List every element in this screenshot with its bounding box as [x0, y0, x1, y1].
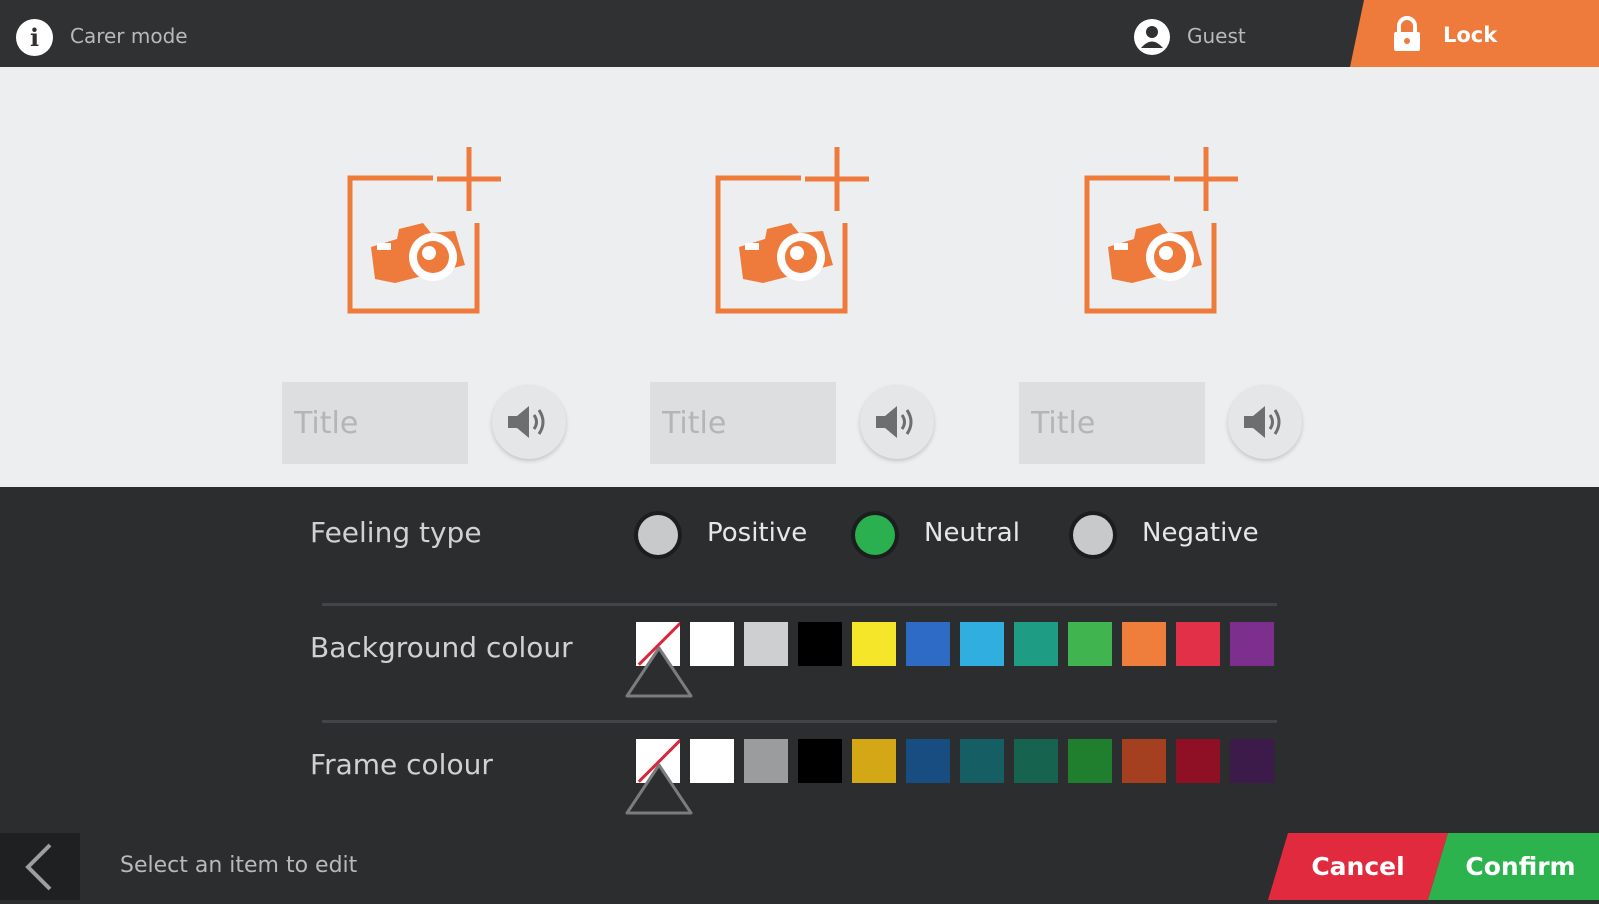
frame-swatch-grey[interactable] — [744, 739, 788, 783]
bg-swatch-orange[interactable] — [1122, 622, 1166, 666]
selected-indicator-icon — [625, 763, 693, 815]
divider — [322, 720, 1277, 723]
frame-swatch-dark-green[interactable] — [1068, 739, 1112, 783]
status-text: Select an item to edit — [120, 853, 358, 878]
frame-swatch-black[interactable] — [798, 739, 842, 783]
radio-neutral[interactable] — [855, 515, 895, 555]
bg-swatch-green[interactable] — [1068, 622, 1112, 666]
frame-swatch-dark-green-teal[interactable] — [1014, 739, 1058, 783]
sound-button[interactable] — [1228, 385, 1302, 459]
bg-swatch-black[interactable] — [798, 622, 842, 666]
background-colour-label: Background colour — [310, 631, 573, 664]
radio-negative[interactable] — [1073, 515, 1113, 555]
back-button[interactable] — [0, 833, 80, 900]
add-photo-icon — [347, 147, 501, 314]
feeling-type-label: Feeling type — [310, 516, 482, 549]
sound-button[interactable] — [860, 385, 934, 459]
speaker-icon — [1244, 406, 1281, 438]
title-input[interactable] — [650, 382, 836, 464]
lock-icon — [1394, 16, 1420, 51]
radio-neutral-label: Neutral — [924, 518, 1020, 548]
user-icon — [1134, 19, 1170, 55]
frame-swatch-navy[interactable] — [906, 739, 950, 783]
bg-swatch-blue[interactable] — [906, 622, 950, 666]
user-label: Guest — [1187, 24, 1246, 48]
mode-label: Carer mode — [70, 24, 188, 48]
lock-label: Lock — [1443, 23, 1498, 47]
title-input[interactable] — [1019, 382, 1205, 464]
bg-swatch-yellow[interactable] — [852, 622, 896, 666]
bg-swatch-teal[interactable] — [1014, 622, 1058, 666]
divider — [322, 603, 1277, 606]
bg-swatch-purple[interactable] — [1230, 622, 1274, 666]
frame-swatch-white[interactable] — [690, 739, 734, 783]
radio-positive[interactable] — [638, 515, 678, 555]
frame-swatch-maroon[interactable] — [1176, 739, 1220, 783]
speaker-icon — [508, 406, 545, 438]
card-editor-area — [0, 67, 1599, 487]
add-picture-button[interactable] — [1082, 145, 1242, 325]
bg-swatch-light-grey[interactable] — [744, 622, 788, 666]
frame-swatch-gold[interactable] — [852, 739, 896, 783]
bg-swatch-red[interactable] — [1176, 622, 1220, 666]
bottom-bar: Select an item to edit Cancel Confirm — [0, 833, 1599, 900]
bg-swatch-white[interactable] — [690, 622, 734, 666]
selected-indicator-icon — [625, 646, 693, 698]
add-picture-button[interactable] — [345, 145, 505, 325]
cancel-button[interactable]: Cancel — [1268, 833, 1448, 900]
chevron-left-icon — [25, 843, 52, 891]
radio-positive-label: Positive — [707, 518, 808, 548]
top-bar: i Carer mode Guest Lock — [0, 0, 1599, 67]
lock-button[interactable]: Lock — [1350, 0, 1599, 67]
add-photo-icon — [1084, 147, 1238, 314]
frame-colour-label: Frame colour — [310, 748, 493, 781]
bg-swatch-cyan[interactable] — [960, 622, 1004, 666]
info-icon[interactable]: i — [16, 19, 53, 56]
add-photo-icon — [715, 147, 869, 314]
sound-button[interactable] — [492, 385, 566, 459]
frame-swatch-dark-teal[interactable] — [960, 739, 1004, 783]
radio-negative-label: Negative — [1142, 518, 1259, 548]
confirm-button[interactable]: Confirm — [1428, 833, 1599, 900]
speaker-icon — [876, 406, 913, 438]
frame-swatch-dark-purple[interactable] — [1230, 739, 1274, 783]
add-picture-button[interactable] — [713, 145, 873, 325]
frame-swatch-rust[interactable] — [1122, 739, 1166, 783]
title-input[interactable] — [282, 382, 468, 464]
